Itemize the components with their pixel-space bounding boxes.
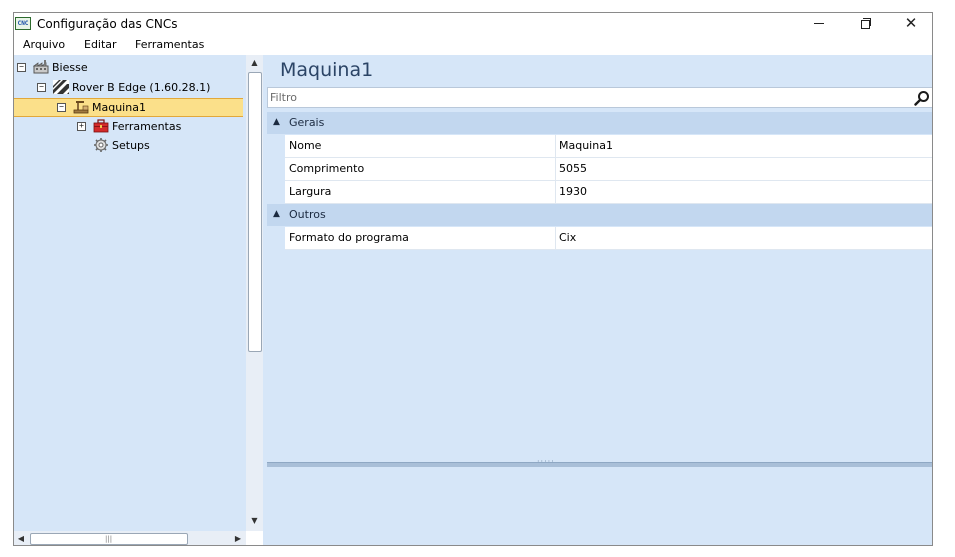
property-name: Comprimento bbox=[285, 158, 556, 180]
property-value[interactable]: 1930 bbox=[556, 181, 932, 203]
property-name: Nome bbox=[285, 135, 556, 157]
collapse-caret-icon[interactable]: ▲ bbox=[273, 117, 280, 127]
restore-button[interactable] bbox=[842, 13, 888, 35]
grip-icon: ····· bbox=[537, 457, 555, 466]
app-icon: CNC bbox=[15, 17, 31, 30]
property-value[interactable]: Cix bbox=[556, 227, 932, 249]
properties-title: Maquina1 bbox=[280, 59, 374, 81]
filter-input[interactable] bbox=[270, 89, 900, 106]
property-row-comprimento[interactable]: Comprimento 5055 bbox=[267, 158, 932, 181]
tree-node-label: Biesse bbox=[52, 61, 88, 74]
tree-node-rover[interactable]: − Rover B Edge (1.60.28.1) bbox=[14, 78, 244, 97]
row-gutter bbox=[267, 158, 285, 181]
gear-icon bbox=[94, 138, 108, 152]
property-row-largura[interactable]: Largura 1930 bbox=[267, 181, 932, 204]
tree-node-setups[interactable]: Setups bbox=[14, 136, 244, 155]
main-window: CNC Configuração das CNCs ✕ Arquivo Edit… bbox=[13, 12, 933, 546]
tree-node-label: Rover B Edge (1.60.28.1) bbox=[72, 81, 211, 94]
property-name: Formato do programa bbox=[285, 227, 556, 249]
scroll-left-icon[interactable]: ◀ bbox=[14, 531, 28, 545]
property-grid: ▲ Gerais Nome Maquina1 Comprimento 5055 … bbox=[267, 112, 932, 250]
menu-bar: Arquivo Editar Ferramentas bbox=[14, 35, 932, 55]
scroll-down-icon[interactable]: ▼ bbox=[246, 513, 263, 529]
property-row-nome[interactable]: Nome Maquina1 bbox=[267, 135, 932, 158]
menu-ferramentas[interactable]: Ferramentas bbox=[135, 38, 204, 51]
property-value[interactable]: 5055 bbox=[556, 158, 932, 180]
category-label: Outros bbox=[289, 208, 326, 221]
property-value[interactable]: Maquina1 bbox=[556, 135, 932, 157]
collapse-toggle[interactable]: − bbox=[37, 83, 46, 92]
minimize-icon bbox=[814, 23, 824, 24]
title-bar: CNC Configuração das CNCs ✕ bbox=[14, 13, 932, 35]
scroll-right-icon[interactable]: ▶ bbox=[231, 531, 245, 545]
scroll-up-icon[interactable]: ▲ bbox=[246, 55, 263, 71]
tree-node-ferramentas[interactable]: + Ferramentas bbox=[14, 117, 244, 136]
search-icon[interactable] bbox=[914, 90, 930, 106]
tree-node-label: Setups bbox=[112, 139, 150, 152]
machine-icon bbox=[73, 101, 89, 114]
properties-pane: Maquina1 ▲ Gerais Nome Maquina1 Comprime… bbox=[267, 55, 932, 545]
row-gutter bbox=[267, 227, 285, 250]
toolbox-icon bbox=[93, 119, 109, 133]
expand-toggle[interactable]: + bbox=[77, 122, 86, 131]
tree-node-label: Ferramentas bbox=[112, 120, 182, 133]
tree-node-label: Maquina1 bbox=[92, 101, 146, 114]
property-row-formato[interactable]: Formato do programa Cix bbox=[267, 227, 932, 250]
minimize-button[interactable] bbox=[796, 13, 842, 35]
category-gerais[interactable]: ▲ Gerais bbox=[267, 112, 932, 135]
property-name: Largura bbox=[285, 181, 556, 203]
category-label: Gerais bbox=[289, 116, 325, 129]
menu-editar[interactable]: Editar bbox=[84, 38, 117, 51]
tree-vertical-scrollbar[interactable]: ▲ ▼ bbox=[246, 55, 263, 531]
description-panel bbox=[267, 467, 932, 545]
tree-node-biesse[interactable]: − Biesse bbox=[14, 58, 244, 77]
restore-icon-front bbox=[861, 20, 870, 29]
tree-pane: − Biesse − Rover B Edge (1.60.28.1) − Ma… bbox=[14, 55, 246, 545]
window-title: Configuração das CNCs bbox=[37, 17, 178, 31]
menu-arquivo[interactable]: Arquivo bbox=[23, 38, 65, 51]
filter-box bbox=[267, 87, 932, 108]
row-gutter bbox=[267, 135, 285, 158]
tree-node-maquina1[interactable]: − Maquina1 bbox=[14, 98, 243, 117]
collapse-toggle[interactable]: − bbox=[57, 103, 66, 112]
close-button[interactable]: ✕ bbox=[888, 13, 932, 35]
striped-machine-icon bbox=[53, 80, 69, 94]
tree-horizontal-scrollbar[interactable]: ◀ ||| ▶ bbox=[14, 531, 246, 545]
category-outros[interactable]: ▲ Outros bbox=[267, 204, 932, 227]
grip-icon: ||| bbox=[105, 535, 113, 543]
collapse-caret-icon[interactable]: ▲ bbox=[273, 209, 280, 219]
factory-icon bbox=[33, 60, 49, 74]
row-gutter bbox=[267, 181, 285, 204]
scroll-thumb[interactable] bbox=[248, 72, 262, 352]
scroll-thumb[interactable]: ||| bbox=[30, 533, 188, 545]
collapse-toggle[interactable]: − bbox=[17, 63, 26, 72]
